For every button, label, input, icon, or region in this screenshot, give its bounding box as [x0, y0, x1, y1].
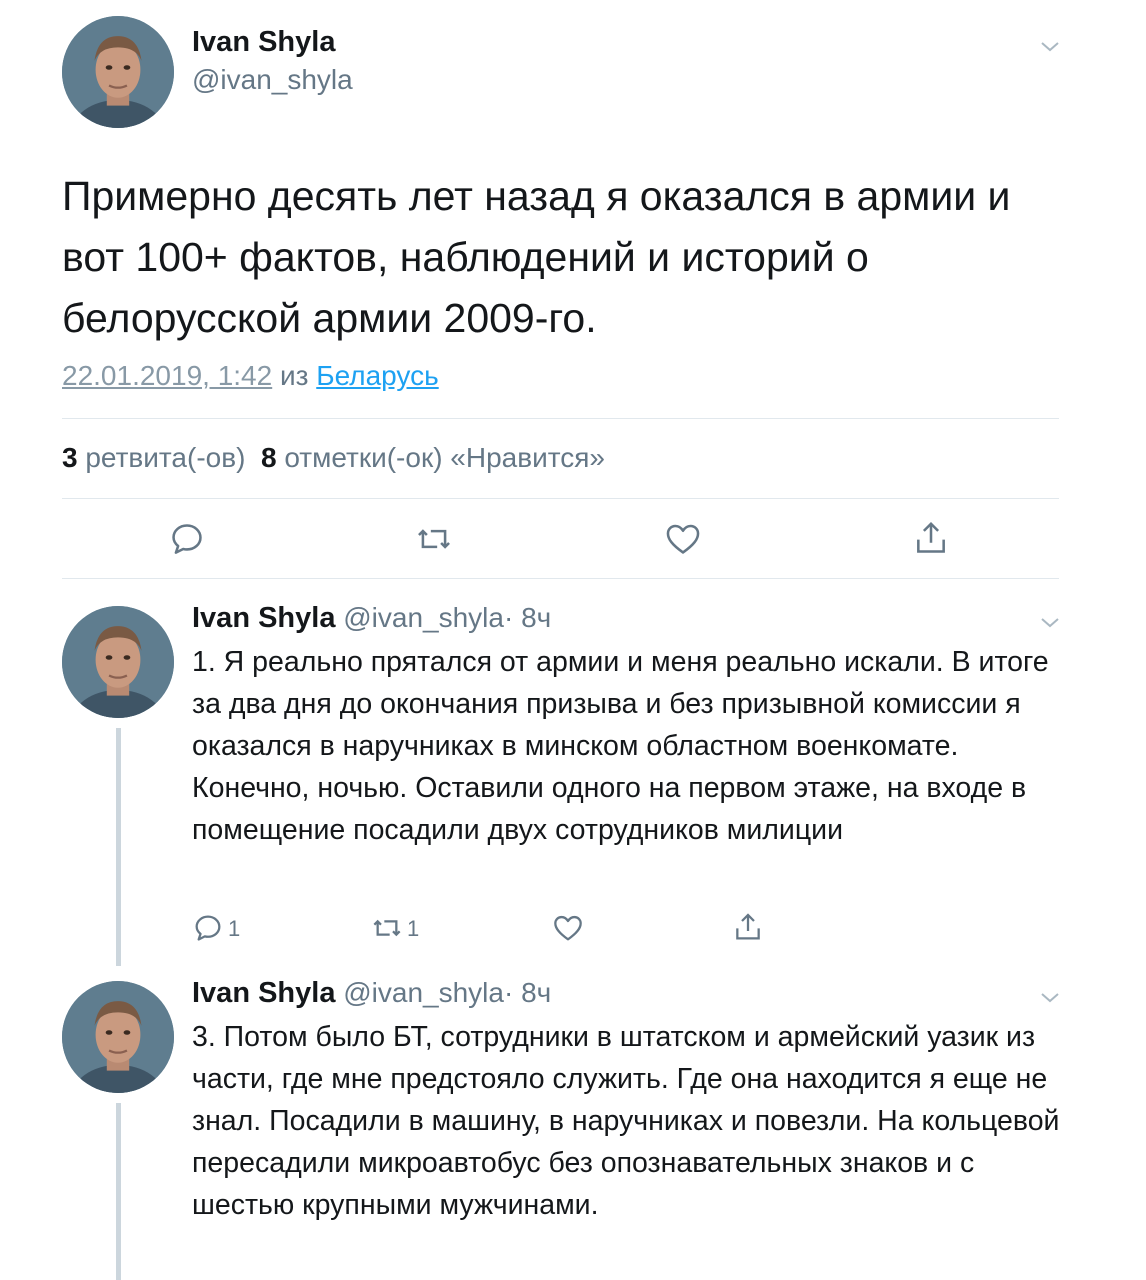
share-icon[interactable]	[912, 518, 950, 558]
heart-icon[interactable]	[664, 520, 702, 558]
retweet-count[interactable]: 3	[62, 442, 78, 473]
heart-icon[interactable]	[552, 912, 584, 944]
divider	[62, 418, 1059, 419]
reply-header: Ivan Shyla @ivan_shyla· 8ч	[192, 602, 551, 635]
share-icon[interactable]	[732, 910, 764, 944]
author-handle[interactable]: @ivan_shyla	[192, 64, 353, 96]
reply-author-handle[interactable]: @ivan_shyla	[343, 977, 504, 1008]
reply-time[interactable]: · 8ч	[504, 602, 551, 633]
reply-icon[interactable]	[192, 912, 224, 944]
reply-text: 1. Я реально прятался от армии и меня ре…	[192, 646, 1049, 846]
reply-author-name[interactable]: Ivan Shyla	[192, 602, 335, 634]
chevron-down-icon[interactable]	[1038, 985, 1062, 1009]
avatar[interactable]	[62, 606, 174, 718]
reply-text: 3. Потом было БТ, сотрудники в штатском …	[192, 1021, 1060, 1221]
chevron-down-icon[interactable]	[1038, 34, 1062, 58]
tweet-meta: 22.01.2019, 1:42 из Беларусь	[62, 360, 439, 392]
avatar[interactable]	[62, 16, 174, 128]
tweet-date[interactable]: 22.01.2019, 1:42	[62, 360, 272, 391]
thread-line	[116, 1103, 121, 1280]
retweet-icon[interactable]	[370, 912, 404, 944]
tweet-stats: 3 ретвита(-ов) 8 отметки(-ок) «Нравится»	[62, 442, 605, 474]
retweet-label[interactable]: ретвита(-ов)	[85, 442, 245, 473]
tweet-location[interactable]: Беларусь	[316, 360, 438, 391]
reply-time[interactable]: · 8ч	[504, 977, 551, 1008]
tweet-text: Примерно десять лет назад я оказался в а…	[62, 173, 1011, 341]
like-count[interactable]: 8	[261, 442, 277, 473]
from-label: из	[279, 360, 309, 391]
thread-line	[116, 728, 121, 966]
divider	[62, 498, 1059, 499]
reply-count: 1	[228, 916, 241, 941]
reply-header: Ivan Shyla @ivan_shyla· 8ч	[192, 977, 551, 1010]
reply-author-handle[interactable]: @ivan_shyla	[343, 602, 504, 633]
reply-author-name[interactable]: Ivan Shyla	[192, 977, 335, 1009]
reply-icon[interactable]	[168, 520, 206, 558]
divider	[62, 578, 1059, 579]
like-label[interactable]: отметки(-ок) «Нравится»	[284, 442, 605, 473]
retweet-icon[interactable]	[414, 520, 454, 558]
avatar[interactable]	[62, 981, 174, 1093]
author-name[interactable]: Ivan Shyla	[192, 26, 335, 59]
retweet-count: 1	[407, 916, 420, 941]
chevron-down-icon[interactable]	[1038, 610, 1062, 634]
